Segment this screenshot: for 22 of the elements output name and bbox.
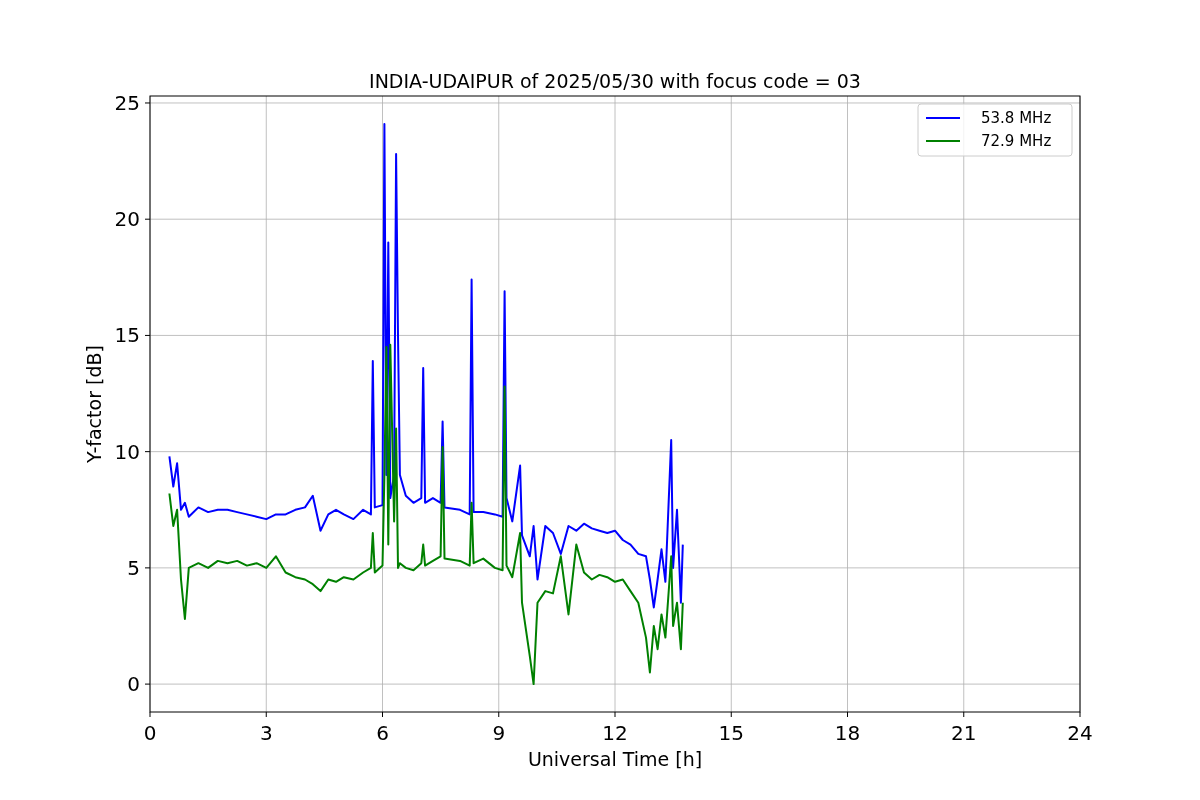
legend-label: 72.9 MHz [981, 132, 1052, 150]
y-tick-label: 5 [127, 555, 140, 580]
y-tick-label: 25 [114, 90, 140, 115]
y-tick-label: 20 [114, 207, 140, 232]
x-tick-label: 18 [834, 721, 861, 745]
x-tick-label: 24 [1067, 721, 1093, 745]
x-tick-label: 9 [492, 721, 506, 745]
y-axis-label: Y-factor [dB] [83, 345, 105, 463]
legend-label: 53.8 MHz [981, 109, 1052, 127]
legend-line-icon [925, 117, 961, 119]
x-tick-label: 15 [718, 721, 744, 745]
x-tick-label: 6 [376, 721, 389, 745]
y-tick-label: 15 [114, 323, 140, 348]
legend-line-icon [925, 140, 961, 142]
x-tick-label: 21 [951, 721, 977, 745]
x-tick-label: 0 [143, 721, 157, 745]
x-tick-label: 3 [259, 721, 273, 745]
x-tick-label: 12 [602, 721, 628, 745]
x-axis-label: Universal Time [h] [527, 748, 703, 770]
y-tick-label: 10 [114, 439, 140, 464]
y-tick-label: 0 [127, 672, 140, 697]
chart-title: INDIA-UDAIPUR of 2025/05/30 with focus code = 03 [369, 70, 861, 92]
